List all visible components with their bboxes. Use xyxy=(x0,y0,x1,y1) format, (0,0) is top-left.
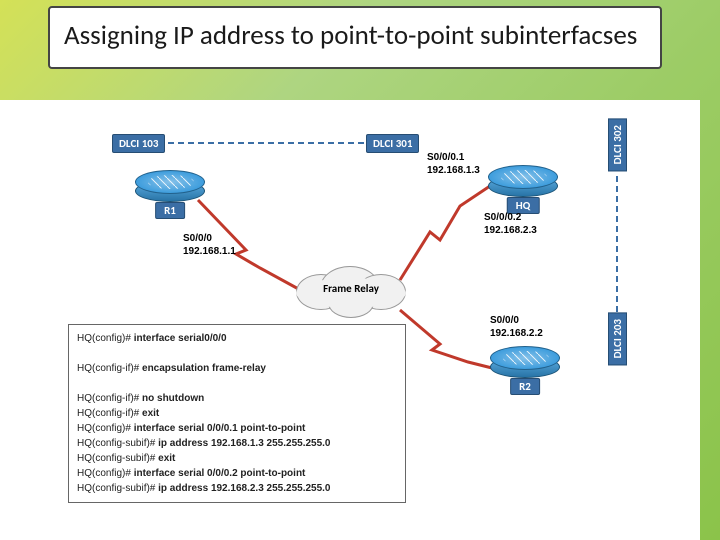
router-r2: R2 xyxy=(490,346,560,386)
cli-line: HQ(config)# interface serial 0/0/0.2 poi… xyxy=(77,466,397,481)
router-r2-label: R2 xyxy=(510,378,540,395)
cli-line: HQ(config)# interface serial0/0/0 xyxy=(77,331,397,346)
cli-line: HQ(config-if)# exit xyxy=(77,406,397,421)
hq-sub2-text: S0/0/0.2192.168.2.3 xyxy=(484,212,537,237)
cli-commands: HQ(config)# interface serial0/0/0 HQ(con… xyxy=(68,324,406,503)
dlci-203-label: DLCI 203 xyxy=(608,312,627,365)
router-hq: HQ xyxy=(488,165,558,205)
cli-line: HQ(config-if)# no shutdown xyxy=(77,391,397,406)
router-r1-label: R1 xyxy=(155,202,185,219)
dlci-103-label: DLCI 103 xyxy=(112,134,165,153)
cli-line: HQ(config-subif)# exit xyxy=(77,451,397,466)
cli-line: HQ(config-subif)# ip address 192.168.2.3… xyxy=(77,481,397,496)
cli-line xyxy=(77,376,397,391)
r2-iface-text: S0/0/0192.168.2.2 xyxy=(490,315,543,340)
hq-sub1-text: S0/0/0.1192.168.1.3 xyxy=(427,152,480,177)
cli-line: HQ(config-if)# encapsulation frame-relay xyxy=(77,361,397,376)
cli-line: HQ(config)# interface serial 0/0/0.1 poi… xyxy=(77,421,397,436)
cloud-label: Frame Relay xyxy=(296,282,406,295)
r1-iface-text: S0/0/0192.168.1.1 xyxy=(183,233,236,258)
cli-line: HQ(config-subif)# ip address 192.168.1.3… xyxy=(77,436,397,451)
dlci-301-label: DLCI 301 xyxy=(366,134,419,153)
cli-line xyxy=(77,346,397,361)
dlci-302-label: DLCI 302 xyxy=(608,118,627,171)
router-r1: R1 xyxy=(135,170,205,210)
slide-title: Assigning IP address to point-to-point s… xyxy=(48,6,662,69)
frame-relay-cloud: Frame Relay xyxy=(296,260,406,320)
